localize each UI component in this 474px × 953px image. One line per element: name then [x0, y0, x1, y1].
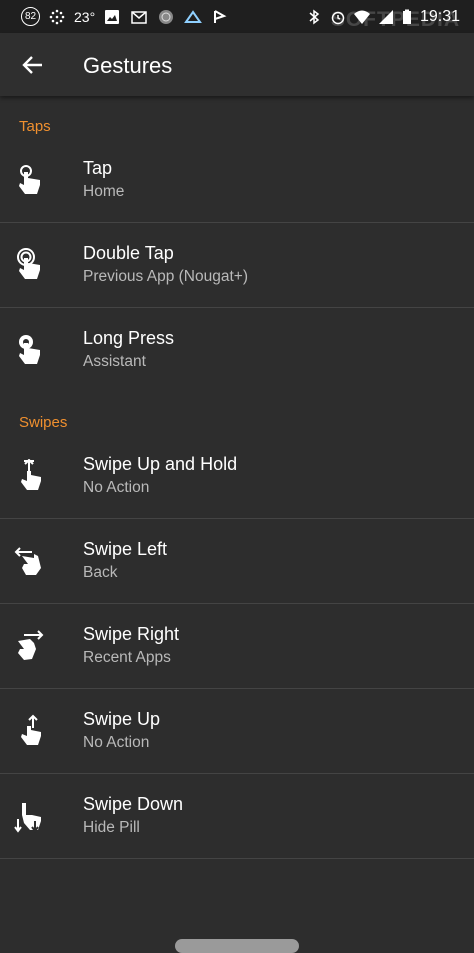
swipe-down-icon [14, 803, 41, 833]
navigation-pill[interactable] [175, 939, 299, 953]
section-header-swipes: Swipes [19, 414, 68, 431]
check-flag-icon [214, 9, 227, 23]
gesture-title: Tap [83, 158, 113, 178]
globe-icon [159, 9, 174, 24]
gesture-value: No Action [83, 734, 150, 751]
dots-grid-icon [49, 9, 65, 24]
gesture-row-swipe-up[interactable]: Swipe Up No Action [0, 690, 474, 774]
gesture-row-swipe-left[interactable]: Swipe Left Back [0, 520, 474, 604]
wifi-icon [353, 10, 370, 24]
status-bar: 82 23° 19:31 SOFTPEDIA [0, 0, 474, 33]
temperature-text: 23° [74, 8, 96, 25]
gesture-value: Recent Apps [83, 649, 171, 666]
clock-time: 19:31 [419, 7, 460, 25]
back-button[interactable] [18, 50, 48, 80]
alarm-icon [331, 11, 345, 24]
page-title: Gestures [83, 53, 173, 78]
section-header-taps: Taps [19, 118, 51, 135]
gesture-title: Swipe Right [83, 624, 180, 644]
gesture-row-swipe-down[interactable]: Swipe Down Hide Pill [0, 775, 474, 859]
swipe-right-icon [18, 630, 44, 660]
gesture-row-swipe-right[interactable]: Swipe Right Recent Apps [0, 605, 474, 689]
gesture-title: Double Tap [83, 243, 174, 263]
swipe-up-icon [21, 714, 41, 745]
gesture-title: Swipe Left [83, 539, 168, 559]
gesture-value: Home [83, 183, 125, 200]
gesture-title: Swipe Up [83, 709, 161, 729]
gesture-value: Hide Pill [83, 819, 140, 836]
gesture-value: Previous App (Nougat+) [83, 268, 248, 285]
swipe-up-hold-icon [21, 459, 41, 490]
gesture-title: Long Press [83, 328, 175, 348]
gesture-value: No Action [83, 479, 150, 496]
gesture-value: Assistant [83, 353, 146, 370]
gesture-value: Back [83, 564, 118, 581]
gesture-title: Swipe Up and Hold [83, 454, 238, 474]
app-bar: Gestures [0, 33, 474, 96]
mail-icon [131, 10, 147, 24]
gesture-title: Swipe Down [83, 794, 184, 814]
mountain-icon [184, 9, 203, 23]
swipe-left-icon [14, 547, 41, 575]
signal-icon [378, 9, 393, 24]
long-press-icon [19, 335, 40, 364]
tap-icon [19, 165, 40, 194]
gesture-row-double-tap[interactable]: Double Tap Previous App (Nougat+) [0, 224, 474, 308]
double-tap-icon [17, 248, 40, 279]
battery-icon [402, 9, 411, 24]
gesture-row-tap[interactable]: Tap Home [0, 139, 474, 223]
image-icon [105, 9, 120, 24]
arrow-back-icon [22, 56, 42, 74]
bluetooth-icon [309, 9, 320, 24]
gesture-row-swipe-up-and-hold[interactable]: Swipe Up and Hold No Action [0, 435, 474, 519]
notification-count-badge: 82 [21, 7, 40, 26]
gesture-row-long-press[interactable]: Long Press Assistant [0, 309, 474, 393]
